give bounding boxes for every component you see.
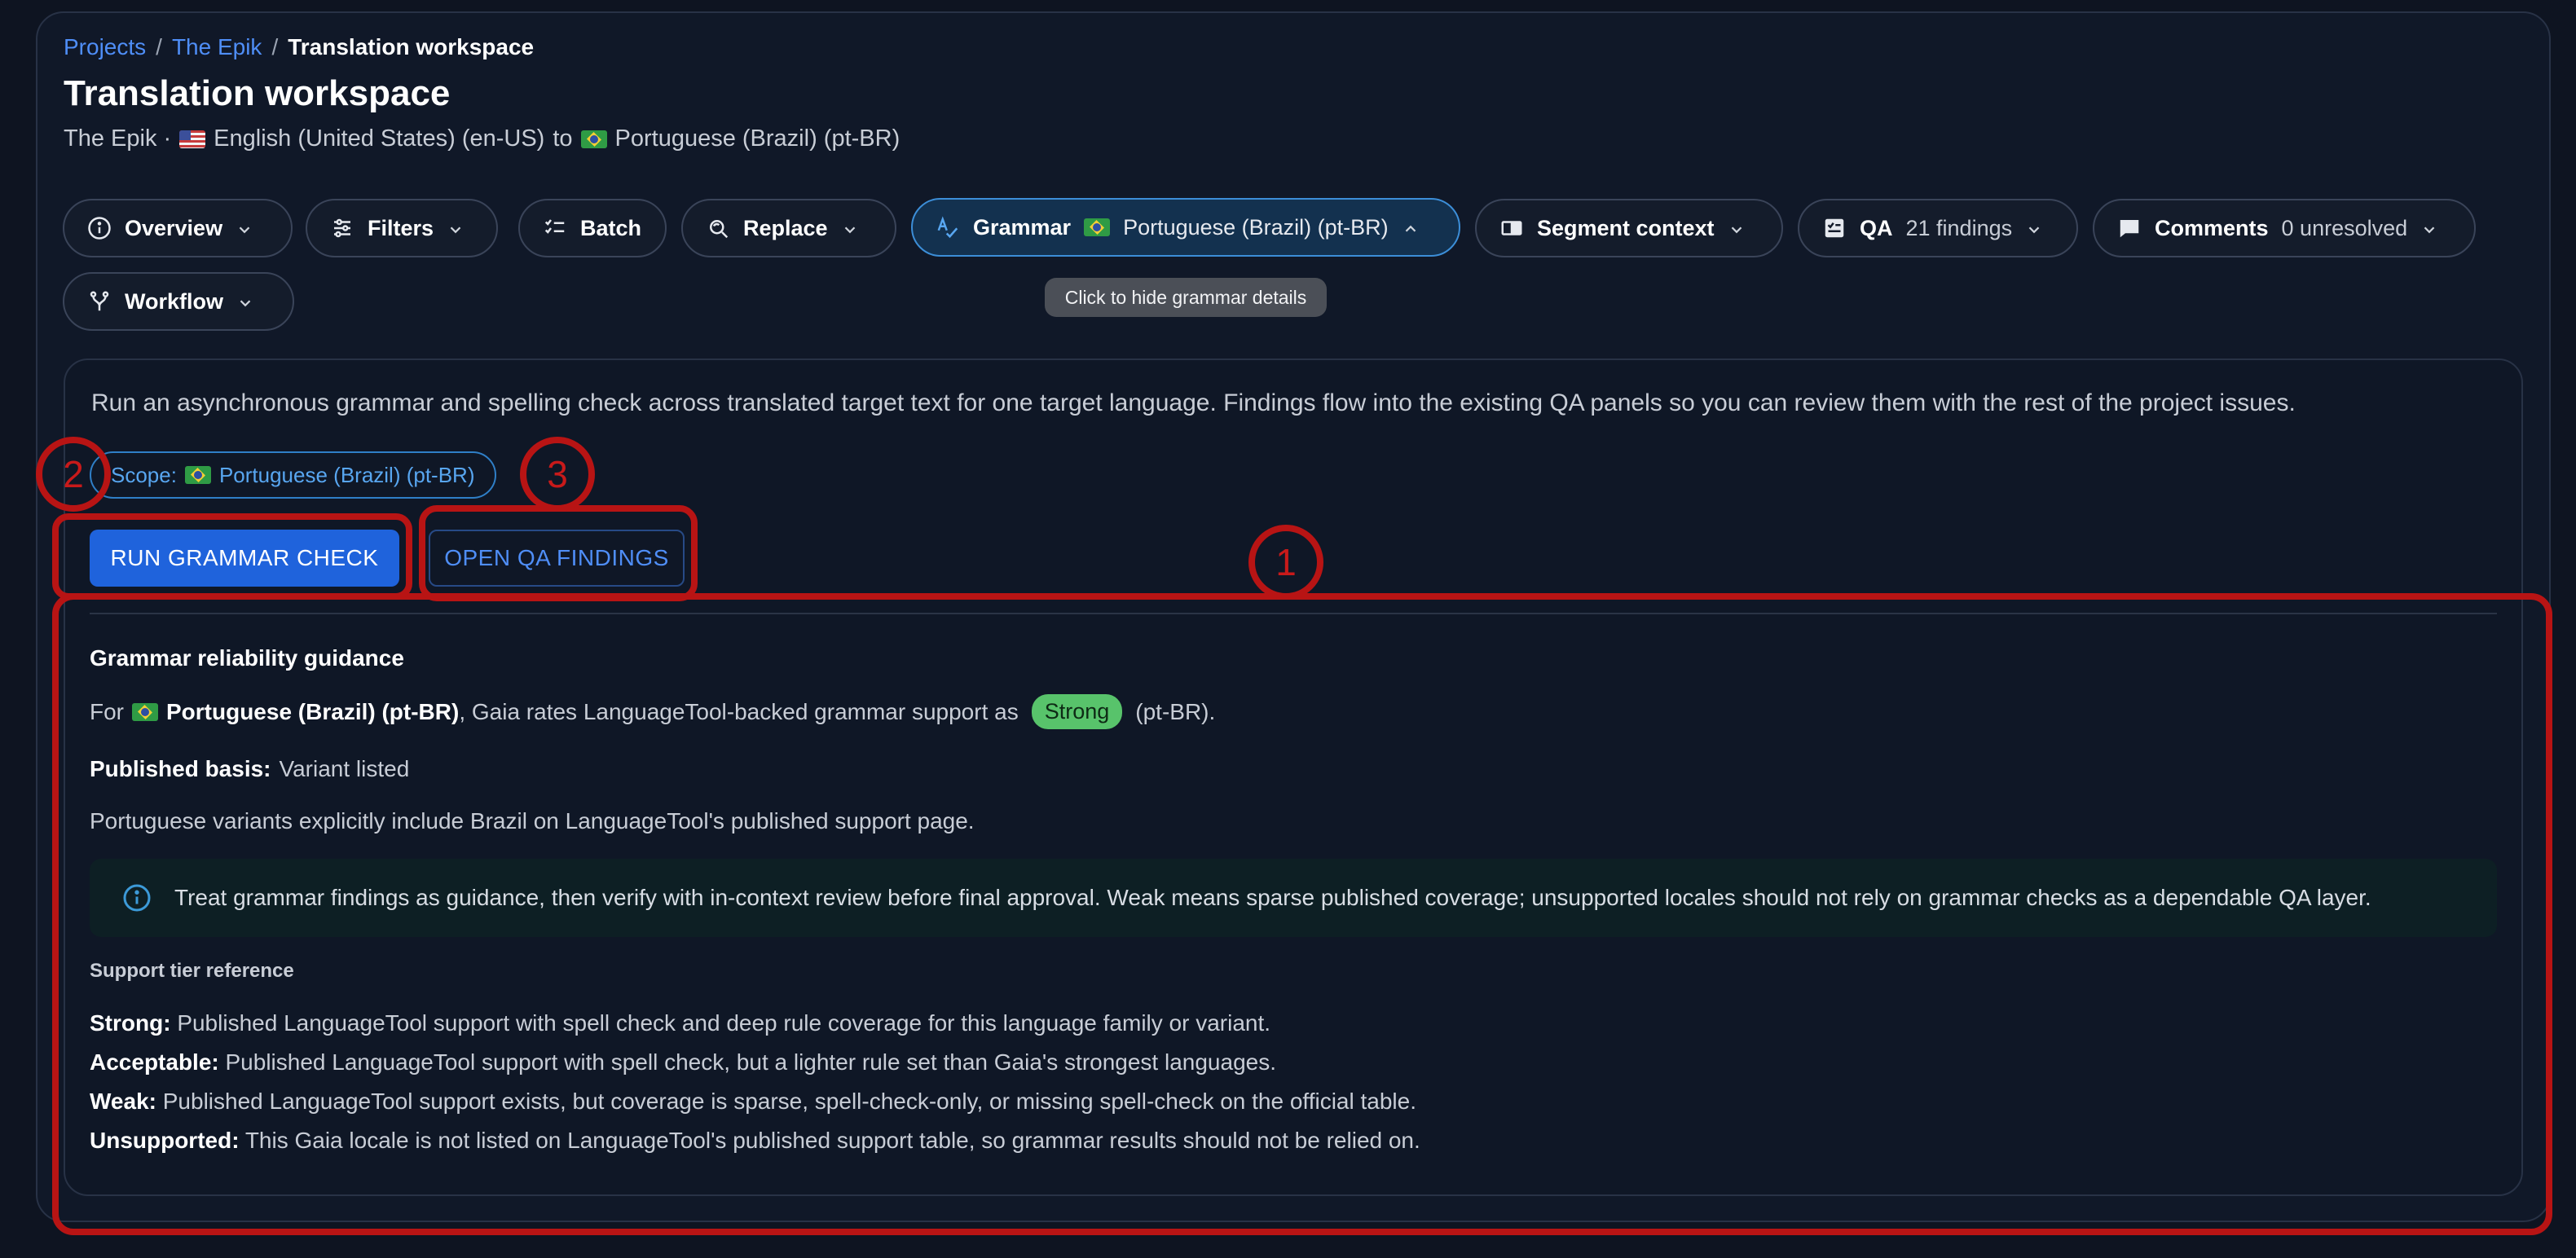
grammar-language: Portuguese (Brazil) (pt-BR) xyxy=(1123,214,1389,240)
batch-label: Batch xyxy=(580,215,642,240)
chevron-down-icon xyxy=(2025,219,2043,237)
spellcheck-icon xyxy=(936,215,960,240)
breadcrumb-project[interactable]: The Epik xyxy=(172,34,262,60)
chevron-up-icon xyxy=(1402,218,1420,236)
subtitle-project: The Epik · xyxy=(64,125,172,152)
subtitle-source-lang: English (United States) (en-US) xyxy=(214,125,545,152)
us-flag-icon xyxy=(179,130,206,148)
chevron-down-icon xyxy=(2420,219,2438,237)
grammar-button[interactable]: Grammar Portuguese (Brazil) (pt-BR) xyxy=(911,198,1460,257)
overview-button[interactable]: Overview xyxy=(63,199,293,257)
comments-count: 0 unresolved xyxy=(2281,215,2408,240)
breadcrumb-current: Translation workspace xyxy=(288,34,535,59)
chevron-down-icon xyxy=(447,219,465,237)
panel-icon xyxy=(1499,216,1524,240)
breadcrumb: Projects / The Epik / Translation worksp… xyxy=(64,34,534,60)
scope-label: Scope: xyxy=(111,462,177,487)
overview-label: Overview xyxy=(125,215,223,240)
comment-icon xyxy=(2117,216,2142,240)
qa-label: QA xyxy=(1860,215,1893,240)
comments-button[interactable]: Comments 0 unresolved xyxy=(2093,199,2476,257)
scope-chip[interactable]: Scope: Portuguese (Brazil) (pt-BR) xyxy=(90,451,496,499)
brazil-flag-icon xyxy=(184,466,211,484)
grammar-tooltip: Click to hide grammar details xyxy=(1045,278,1327,317)
annotation-box-open xyxy=(419,505,698,601)
breadcrumb-projects[interactable]: Projects xyxy=(64,34,146,60)
subtitle-target-lang: Portuguese (Brazil) (pt-BR) xyxy=(614,125,900,152)
breadcrumb-separator: / xyxy=(271,34,279,59)
sliders-icon xyxy=(330,216,354,240)
qa-report-icon xyxy=(1822,216,1847,240)
annotation-marker-3: 3 xyxy=(520,437,595,512)
segment-context-button[interactable]: Segment context xyxy=(1475,199,1783,257)
replace-label: Replace xyxy=(743,215,828,240)
brazil-flag-icon xyxy=(580,130,607,148)
annotation-box-run xyxy=(52,513,412,600)
filters-label: Filters xyxy=(368,215,434,240)
qa-count: 21 findings xyxy=(1905,215,2013,240)
annotation-box-guidance xyxy=(52,593,2552,1235)
scope-language: Portuguese (Brazil) (pt-BR) xyxy=(218,462,475,487)
chevron-down-icon xyxy=(841,219,859,237)
page-subtitle: The Epik · English (United States) (en-U… xyxy=(64,125,900,152)
breadcrumb-separator: / xyxy=(156,34,162,59)
subtitle-connector: to xyxy=(553,125,573,152)
batch-button[interactable]: Batch xyxy=(518,199,667,257)
find-replace-icon xyxy=(706,216,730,240)
grammar-description: Run an asynchronous grammar and spelling… xyxy=(91,389,2296,416)
replace-button[interactable]: Replace xyxy=(681,199,896,257)
workflow-button[interactable]: Workflow xyxy=(63,272,294,331)
segment-context-label: Segment context xyxy=(1537,215,1715,240)
info-icon xyxy=(87,216,112,240)
grammar-label: Grammar xyxy=(973,214,1072,240)
branch-icon xyxy=(87,289,112,314)
annotation-marker-1: 1 xyxy=(1248,525,1323,600)
checklist-icon xyxy=(543,216,567,240)
annotation-marker-2: 2 xyxy=(36,437,111,512)
brazil-flag-icon xyxy=(1084,218,1111,236)
filters-button[interactable]: Filters xyxy=(306,199,498,257)
comments-label: Comments xyxy=(2155,215,2269,240)
chevron-down-icon xyxy=(1728,219,1746,237)
chevron-down-icon xyxy=(236,293,254,310)
qa-button[interactable]: QA 21 findings xyxy=(1798,199,2078,257)
chevron-down-icon xyxy=(236,219,253,237)
page-title: Translation workspace xyxy=(64,73,451,113)
workflow-label: Workflow xyxy=(125,288,223,314)
